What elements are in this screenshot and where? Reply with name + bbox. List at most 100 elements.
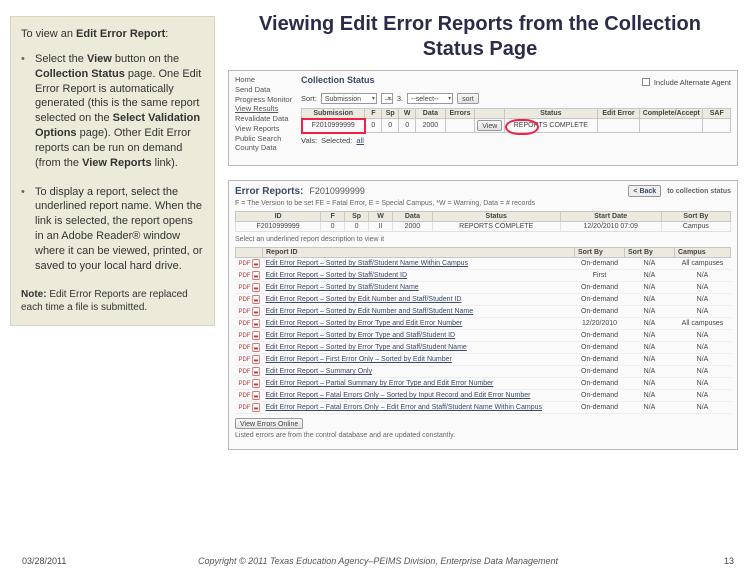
- footer-copyright: Copyright © 2011 Texas Education Agency–…: [0, 556, 756, 566]
- leftnav-item[interactable]: Home: [235, 75, 297, 85]
- report-row: PDFEdit Error Report – Sorted by Edit Nu…: [236, 294, 731, 306]
- cell-sp: 0: [345, 222, 369, 232]
- cell-campus: N/A: [675, 402, 731, 414]
- sort-button[interactable]: sort: [457, 93, 479, 104]
- pdf-icon: PDF: [239, 391, 260, 400]
- report-name-cell: Edit Error Report – Sorted by Edit Numbe…: [263, 294, 575, 306]
- leftnav-item[interactable]: County Data: [235, 143, 297, 153]
- th: ID: [236, 212, 321, 222]
- pdf-icon-cell: PDF: [236, 258, 263, 270]
- cell-sort1: On-demand: [575, 354, 625, 366]
- th: Errors: [445, 109, 475, 119]
- pdf-icon: PDF: [239, 331, 260, 340]
- legend-text: F = The Version to be set FE = Fatal Err…: [235, 200, 731, 207]
- report-link[interactable]: Edit Error Report – Fatal Errors Only – …: [266, 392, 531, 399]
- report-link[interactable]: Edit Error Report – Sorted by Error Type…: [266, 344, 467, 351]
- report-link[interactable]: Edit Error Report – Sorted by Edit Numbe…: [266, 296, 462, 303]
- text: button on the: [112, 53, 179, 65]
- pdf-icon-cell: PDF: [236, 282, 263, 294]
- sort-select-3[interactable]: --select--: [407, 93, 453, 104]
- pdf-icon: PDF: [239, 319, 260, 328]
- pdf-icon-cell: PDF: [236, 390, 263, 402]
- cell-sort2: N/A: [625, 270, 675, 282]
- pdf-icon-cell: PDF: [236, 318, 263, 330]
- th: W: [369, 212, 393, 222]
- view-errors-online-button[interactable]: View Errors Online: [235, 418, 303, 429]
- text: To display a report, select the underlin…: [35, 186, 203, 272]
- leftnav-item[interactable]: Revalidate Data: [235, 114, 297, 124]
- report-link[interactable]: Edit Error Report – Sorted by Error Type…: [266, 332, 456, 339]
- cell-sort1: On-demand: [575, 402, 625, 414]
- sort-select-1[interactable]: Submission: [321, 93, 377, 104]
- th: Submission: [302, 109, 365, 119]
- sort-row: Sort: Submission — 3. --select-- sort: [301, 93, 731, 104]
- th-sortby2: Sort By: [625, 248, 675, 258]
- report-link[interactable]: Edit Error Report – Sorted by Staff/Stud…: [266, 272, 408, 279]
- leftnav-item[interactable]: View Results: [235, 104, 297, 114]
- th: Sort By: [661, 212, 730, 222]
- cell-view[interactable]: View: [475, 119, 505, 133]
- report-link[interactable]: Edit Error Report – Sorted by Staff/Stud…: [266, 284, 419, 291]
- panel-title: Collection Status: [301, 75, 375, 85]
- note-text: Edit Error Reports are replaced each tim…: [21, 289, 188, 314]
- report-link[interactable]: Edit Error Report – First Error Only – S…: [266, 356, 452, 363]
- back-button[interactable]: < Back: [628, 185, 661, 197]
- bullet-dot: •: [21, 185, 35, 274]
- report-row: PDFEdit Error Report – Partial Summary b…: [236, 378, 731, 390]
- bullet-item: •To display a report, select the underli…: [21, 185, 204, 274]
- text-bold: View: [87, 53, 112, 65]
- cell-campus: N/A: [675, 378, 731, 390]
- cell-sort1: On-demand: [575, 366, 625, 378]
- report-row: PDFEdit Error Report – Sorted by Staff/S…: [236, 270, 731, 282]
- leftnav-item[interactable]: Send Data: [235, 85, 297, 95]
- include-checkbox[interactable]: [642, 78, 650, 86]
- left-nav: HomeSend DataProgress MonitorView Result…: [235, 75, 297, 153]
- note-label: Note:: [21, 289, 47, 300]
- instruction-sidebar: To view an Edit Error Report: • Select th…: [10, 16, 215, 326]
- pdf-icon: PDF: [239, 367, 260, 376]
- cell-sort2: N/A: [625, 330, 675, 342]
- vals-label: Vals:: [301, 136, 317, 145]
- pdf-icon-cell: PDF: [236, 402, 263, 414]
- cell-startdate: 12/20/2010 07:09: [560, 222, 661, 232]
- cell-campus: N/A: [675, 270, 731, 282]
- text: To view an: [21, 28, 76, 40]
- th-sortby1: Sort By: [575, 248, 625, 258]
- pdf-icon-cell: PDF: [236, 366, 263, 378]
- pdf-icon-cell: PDF: [236, 330, 263, 342]
- sort-label: Sort:: [301, 94, 317, 103]
- report-link[interactable]: Edit Error Report – Fatal Errors Only – …: [266, 404, 542, 411]
- cell-id: F2010999999: [236, 222, 321, 232]
- text-bold: View Reports: [82, 157, 152, 169]
- sidebar-intro: To view an Edit Error Report:: [21, 27, 204, 42]
- view-button[interactable]: View: [477, 120, 502, 131]
- th: Data: [416, 109, 446, 119]
- cell-sort1: On-demand: [575, 258, 625, 270]
- cell-sort1: On-demand: [575, 330, 625, 342]
- pdf-icon-cell: PDF: [236, 378, 263, 390]
- report-link[interactable]: Edit Error Report – Sorted by Edit Numbe…: [266, 308, 474, 315]
- pdf-icon: PDF: [239, 343, 260, 352]
- leftnav-item[interactable]: Public Search: [235, 134, 297, 144]
- cell-ee: [597, 119, 639, 133]
- report-name-cell: Edit Error Report – Sorted by Error Type…: [263, 342, 575, 354]
- sort-select-2[interactable]: —: [381, 93, 393, 104]
- report-link[interactable]: Edit Error Report – Sorted by Error Type…: [266, 320, 463, 327]
- report-link[interactable]: Edit Error Report – Sorted by Staff/Stud…: [266, 260, 469, 267]
- th: W: [399, 109, 416, 119]
- cell-sort2: N/A: [625, 306, 675, 318]
- vals-all-link[interactable]: all: [356, 136, 364, 145]
- page-title: Viewing Edit Error Reports from the Coll…: [240, 12, 720, 62]
- leftnav-item[interactable]: Progress Monitor: [235, 95, 297, 105]
- text: Select the: [35, 53, 87, 65]
- th: F: [321, 212, 345, 222]
- text: 3.: [397, 94, 403, 103]
- cell-sort1: On-demand: [575, 342, 625, 354]
- th: Complete/Accept: [640, 109, 703, 119]
- report-link[interactable]: Edit Error Report – Partial Summary by E…: [266, 380, 494, 387]
- report-link[interactable]: Edit Error Report – Summary Only: [266, 368, 373, 375]
- sidebar-note: Note: Edit Error Reports are replaced ea…: [21, 288, 204, 315]
- cell-campus: All campuses: [675, 258, 731, 270]
- pdf-icon: PDF: [239, 403, 260, 412]
- leftnav-item[interactable]: View Reports: [235, 124, 297, 134]
